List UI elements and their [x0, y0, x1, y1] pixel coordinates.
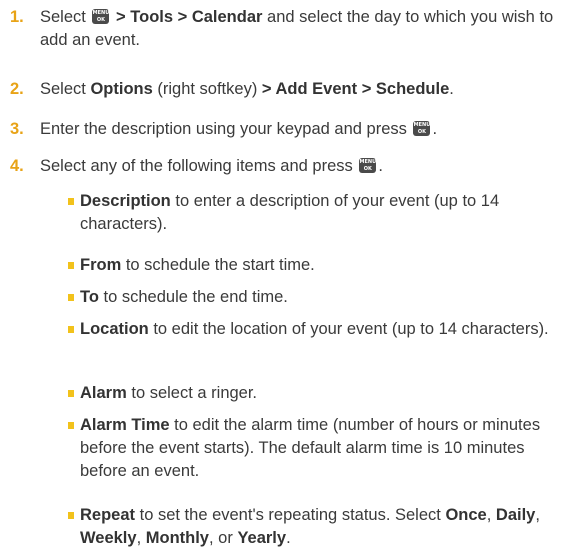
sub-item: Alarm to select a ringer. [0, 382, 571, 405]
bold-text: From [80, 256, 122, 274]
menu-key-bottom-label: OK [417, 129, 427, 135]
sub-item-text: Description to enter a description of yo… [80, 190, 563, 236]
text: . [432, 120, 438, 138]
menu-ok-key-icon: MENU OK [92, 9, 110, 24]
menu-key-top-label: MENU [92, 10, 110, 16]
text: to set the event's repeating status. Sel… [135, 506, 446, 524]
sub-item-text: To to schedule the end time. [80, 286, 563, 309]
bullet-icon [68, 390, 74, 397]
menu-key-bottom-label: OK [96, 17, 106, 23]
sub-item-text: Alarm Time to edit the alarm time (numbe… [80, 414, 563, 483]
text: . [286, 529, 291, 547]
sub-item: To to schedule the end time. [0, 286, 571, 309]
sub-item-text: Alarm to select a ringer. [80, 382, 563, 405]
step-item: 4. Select any of the following items and … [0, 155, 563, 178]
text: . [378, 157, 383, 175]
bullet-icon [68, 326, 74, 333]
bold-text: Location [80, 320, 149, 338]
step-text: Select MENU OK > Tools > Calendar and sel… [40, 6, 563, 52]
text: Select [40, 80, 91, 98]
step-number: 1. [10, 8, 24, 26]
menu-key-bottom-label: OK [363, 166, 372, 172]
text: , [535, 506, 540, 524]
sub-item: Location to edit the location of your ev… [0, 318, 571, 341]
text: to select a ringer. [126, 384, 258, 402]
bold-text: Repeat [80, 506, 136, 524]
bullet-icon [68, 294, 74, 301]
text: , or [209, 529, 238, 547]
bullet-icon [68, 198, 74, 205]
bold-text: Daily [495, 506, 536, 524]
bold-text: Alarm Time [80, 416, 170, 434]
text: to schedule the start time. [121, 256, 315, 274]
step-item: 1. Select MENU OK > Tools > Calendar and s… [0, 6, 563, 52]
step-number: 4. [10, 157, 24, 175]
step-text: Enter the description using your keypad … [40, 118, 563, 141]
bold-text: Description [80, 192, 171, 210]
menu-key-top-label: MENU [413, 122, 431, 128]
step-number: 3. [10, 120, 24, 138]
sub-item: Description to enter a description of yo… [0, 190, 571, 236]
step-item: 3. Enter the description using your keypa… [0, 118, 563, 141]
bullet-icon [68, 422, 74, 429]
bold-text: To [80, 288, 99, 306]
instruction-page: 1. Select MENU OK > Tools > Calendar and s… [0, 0, 571, 551]
sub-item: Repeat to set the event's repeating stat… [0, 504, 571, 550]
text: Enter the description using your keypad … [40, 120, 412, 138]
sub-item-text: From to schedule the start time. [80, 254, 563, 277]
bold-text: Alarm [80, 384, 127, 402]
step-text: Select any of the following items and pr… [40, 155, 563, 178]
text: Select [40, 8, 91, 26]
menu-ok-key-icon: MENU OK [359, 158, 377, 173]
bullet-icon [68, 262, 74, 269]
sub-item-text: Repeat to set the event's repeating stat… [80, 504, 563, 550]
bold-text: Options [90, 80, 153, 98]
sub-item: From to schedule the start time. [0, 254, 571, 277]
bold-text: Yearly [237, 529, 287, 547]
text: to schedule the end time. [98, 288, 288, 306]
bold-text: Once [445, 506, 487, 524]
text: . [449, 80, 454, 98]
menu-ok-key-icon: MENU OK [413, 121, 431, 136]
bold-text: Weekly [80, 529, 137, 547]
sub-item: Alarm Time to edit the alarm time (numbe… [0, 414, 571, 483]
step-number: 2. [10, 80, 24, 98]
menu-key-top-label: MENU [359, 159, 377, 165]
step-text: Select Options (right softkey) > Add Eve… [40, 78, 563, 101]
text: (right softkey) [152, 80, 262, 98]
text: Select any of the following items and pr… [40, 157, 358, 175]
bold-text: > Tools > Calendar [111, 8, 263, 26]
sub-item-text: Location to edit the location of your ev… [80, 318, 563, 341]
step-item: 2. Select Options (right softkey) > Add E… [0, 78, 563, 101]
bold-text: > Add Event > Schedule [261, 80, 450, 98]
bullet-icon [68, 512, 74, 519]
text: , [136, 529, 146, 547]
bold-text: Monthly [145, 529, 209, 547]
text: to edit the location of your event (up t… [148, 320, 549, 338]
text: , [486, 506, 496, 524]
